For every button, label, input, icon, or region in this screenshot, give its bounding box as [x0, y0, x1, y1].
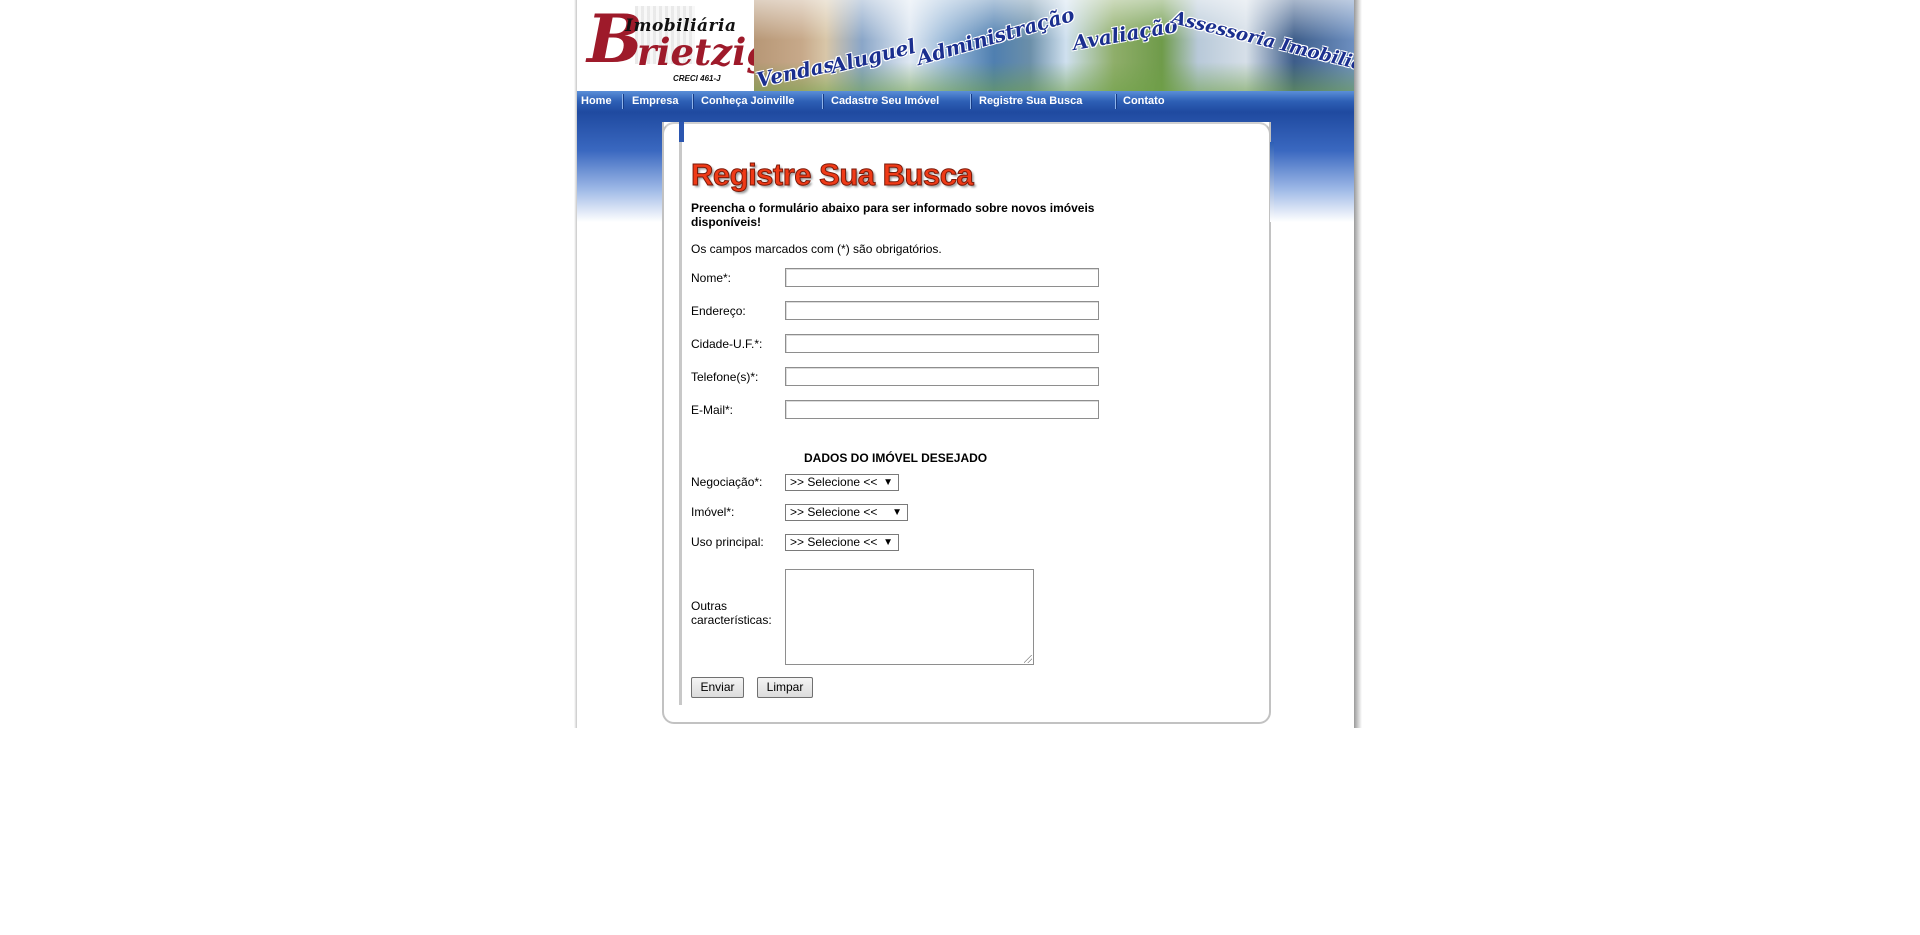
nav-item-registre-sua-busca[interactable]: Registre Sua Busca — [979, 91, 1082, 112]
nav-separator — [622, 94, 624, 109]
nav-item-home[interactable]: Home — [581, 91, 612, 112]
property-select-value: >> Selecione << — [790, 505, 878, 519]
usage-select-value: >> Selecione << — [790, 535, 878, 549]
header: B Imobiliária rietzig CRECI 461-J Vendas… — [577, 0, 1354, 91]
logo-creci: CRECI 461-J — [673, 74, 721, 83]
nav-item-conheca-joinville[interactable]: Conheça Joinville — [701, 91, 795, 112]
chevron-down-icon: ▼ — [892, 507, 902, 518]
content-left-rule — [679, 142, 682, 705]
other-features-label-line2: características: — [691, 613, 772, 627]
email-input[interactable] — [785, 400, 1099, 419]
form-intro: Preencha o formulário abaixo para ser in… — [691, 201, 1095, 229]
negotiation-label: Negociação*: — [691, 475, 763, 489]
name-label: Nome*: — [691, 271, 732, 285]
negotiation-select[interactable]: >> Selecione << ▼ — [785, 474, 899, 491]
logo[interactable]: B Imobiliária rietzig CRECI 461-J — [577, 0, 772, 91]
header-banner: Vendas Aluguel Administração Avaliação A… — [754, 0, 1354, 91]
negotiation-select-value: >> Selecione << — [790, 475, 878, 489]
content-accent-bar — [679, 122, 684, 142]
other-features-label: Outras características: — [691, 599, 772, 627]
page-shadow-right — [1354, 0, 1362, 728]
other-features-label-line1: Outras — [691, 599, 728, 613]
submit-button[interactable]: Enviar — [691, 677, 744, 698]
phone-label: Telefone(s)*: — [691, 370, 759, 384]
content-box-top — [662, 122, 1271, 134]
email-label: E-Mail*: — [691, 403, 734, 417]
nav-separator — [970, 94, 972, 109]
phone-input[interactable] — [785, 367, 1099, 386]
usage-label: Uso principal: — [691, 535, 764, 549]
address-input[interactable] — [785, 301, 1099, 320]
nav-separator — [692, 94, 694, 109]
chevron-down-icon: ▼ — [883, 537, 893, 548]
address-label: Endereço: — [691, 304, 746, 318]
property-select[interactable]: >> Selecione << ▼ — [785, 504, 908, 521]
required-note: Os campos marcados com (*) são obrigatór… — [691, 242, 942, 256]
logo-brand-name: rietzig — [637, 30, 773, 74]
property-label: Imóvel*: — [691, 505, 735, 519]
nav-separator — [1115, 94, 1117, 109]
nav-item-empresa[interactable]: Empresa — [632, 91, 678, 112]
reset-button[interactable]: Limpar — [757, 677, 813, 698]
main-nav: Home Empresa Conheça Joinville Cadastre … — [577, 91, 1354, 112]
nav-item-contato[interactable]: Contato — [1123, 91, 1165, 112]
site-container: B Imobiliária rietzig CRECI 461-J Vendas… — [577, 0, 1354, 728]
nav-item-cadastre-seu-imovel[interactable]: Cadastre Seu Imóvel — [831, 91, 939, 112]
resize-grip-icon[interactable] — [1024, 655, 1032, 663]
content-right-accent — [1270, 142, 1274, 222]
city-label: Cidade-U.F.*: — [691, 337, 763, 351]
name-input[interactable] — [785, 268, 1099, 287]
chevron-down-icon: ▼ — [883, 477, 893, 488]
other-features-textarea[interactable] — [785, 569, 1034, 665]
page-title: Registre Sua Busca — [690, 157, 974, 193]
city-input[interactable] — [785, 334, 1099, 353]
nav-separator — [822, 94, 824, 109]
section-title-property: DADOS DO IMÓVEL DESEJADO — [804, 451, 988, 465]
usage-select[interactable]: >> Selecione << ▼ — [785, 534, 899, 551]
